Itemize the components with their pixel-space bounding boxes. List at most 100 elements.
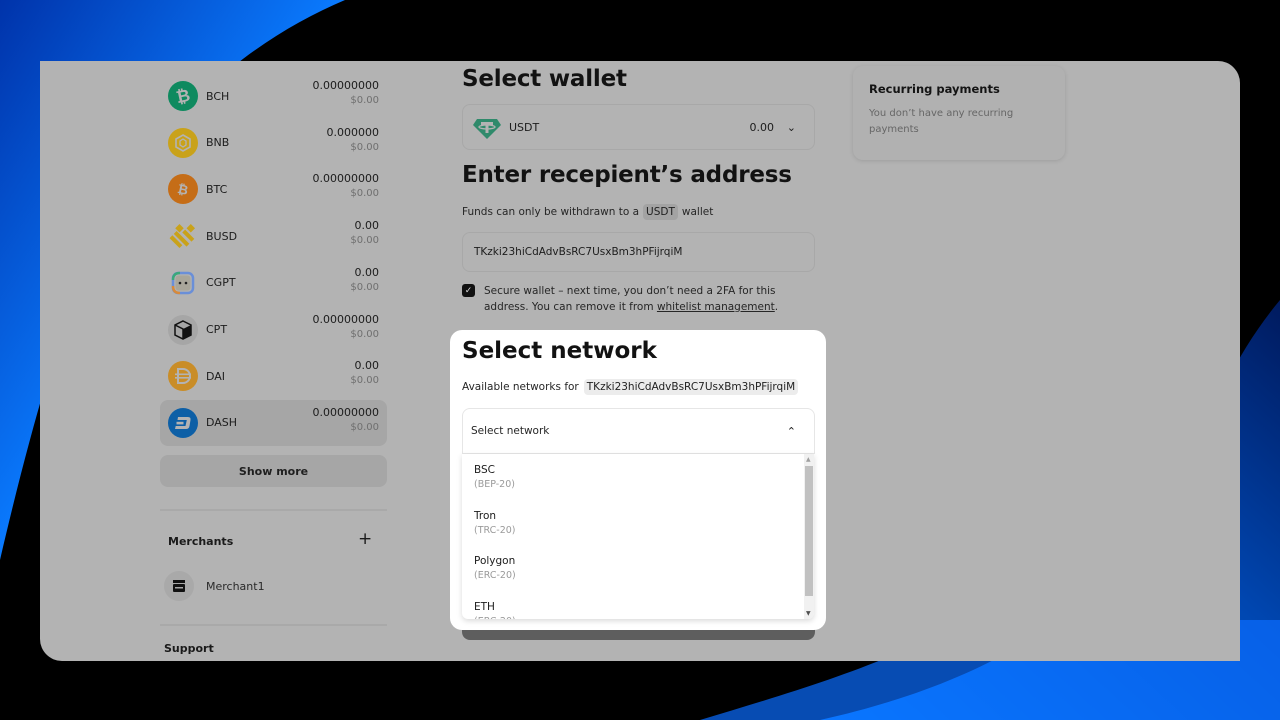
dash-icon (168, 407, 198, 438)
coin-usd-value: $0.00 (350, 375, 379, 387)
show-more-button[interactable]: Show more (160, 455, 387, 487)
coin-item-bch[interactable]: ₿ BCH 0.00000000 $0.00 (160, 73, 387, 119)
network-option-polygon[interactable]: Polygon (ERC-20) (474, 555, 516, 581)
network-standard: (BEP-20) (474, 479, 515, 490)
bitcoin-cash-icon: ₿ (168, 81, 198, 111)
coin-balance: 0.00000000 $0.00 (313, 172, 379, 199)
coin-item-btc[interactable]: ₿ BTC 0.00000000 $0.00 (160, 166, 387, 212)
network-name: BSC (474, 464, 496, 476)
cpt-cube-icon (168, 314, 198, 345)
coin-item-bnb[interactable]: BNB 0.000000 $0.00 (160, 120, 387, 166)
recurring-title: Recurring payments (869, 82, 1000, 96)
coin-item-cgpt[interactable]: CGPT 0.00 $0.00 (160, 260, 387, 306)
store-icon (164, 571, 194, 601)
coin-amount: 0.00000000 (312, 79, 379, 92)
network-option-bsc[interactable]: BSC (BEP-20) (474, 464, 515, 490)
coin-symbol: CPT (206, 323, 228, 336)
chevron-up-icon: ⌃ (786, 424, 796, 438)
coin-usd-value: $0.00 (350, 141, 379, 153)
address-title: Enter recepient’s address (462, 162, 792, 188)
merchant-name: Merchant1 (206, 579, 265, 593)
network-select[interactable]: Select network ⌃ (462, 408, 815, 454)
select-network-dialog: Select network Available networks for TK… (450, 330, 826, 630)
tether-icon (473, 119, 501, 139)
coin-usd-value: $0.00 (350, 188, 379, 200)
network-standard: (ERC-20) (474, 570, 516, 581)
select-wallet-title: Select wallet (462, 66, 627, 92)
bitcoin-icon: ₿ (168, 174, 198, 205)
coin-balance: 0.00000000 $0.00 (313, 313, 379, 340)
secure-wallet-label: Secure wallet – next time, you don’t nee… (484, 283, 804, 315)
coin-amount: 0.00 (354, 219, 380, 233)
busd-icon (168, 221, 198, 251)
bnb-icon (168, 127, 198, 158)
coin-symbol: BNB (206, 136, 230, 150)
available-prefix: Available networks for (462, 381, 579, 393)
recurring-empty-text: You don’t have any recurring payments (869, 108, 1014, 135)
coin-balance: 0.00000000 $0.00 (313, 406, 379, 433)
secure-wallet-checkbox[interactable]: ✓ (462, 284, 475, 297)
coin-symbol: BTC (206, 182, 228, 196)
address-hint: Funds can only be withdrawn to a USDT wa… (462, 204, 713, 220)
coin-balance: 0.00000000 $0.00 (313, 79, 379, 106)
available-networks-text: Available networks for TKzki23hiCdAdvBsR… (462, 379, 802, 395)
scrollbar[interactable]: ▲ ▼ (804, 454, 814, 619)
divider (160, 509, 387, 511)
merchants-title: Merchants (168, 535, 234, 548)
coin-amount: 0.00000000 (312, 405, 379, 419)
coin-usd-value: $0.00 (350, 95, 379, 106)
coin-balance: 0.00 $0.00 (350, 359, 379, 386)
coin-amount: 0.00000000 (312, 312, 379, 326)
coin-balance: 0.00 $0.00 (350, 219, 379, 246)
wallet-select[interactable]: USDT 0.00 ⌄ (462, 104, 815, 150)
network-standard: (TRC-20) (474, 524, 516, 536)
network-select-placeholder: Select network (471, 425, 550, 437)
coin-usd-value: $0.00 (350, 235, 379, 247)
coin-amount: 0.00 (354, 359, 380, 373)
wallet-name: USDT (509, 120, 540, 134)
network-option-tron[interactable]: Tron (TRC-20) (474, 510, 516, 536)
network-option-eth[interactable]: ETH (ERC-20) (474, 601, 516, 620)
coin-usd-value: $0.00 (350, 328, 379, 340)
coin-usd-value: $0.00 (350, 421, 379, 433)
recurring-payments-card: Recurring payments You don’t have any re… (853, 66, 1065, 160)
whitelist-management-link[interactable]: whitelist management (657, 301, 775, 313)
network-name: Tron (474, 509, 497, 522)
support-title: Support (164, 642, 214, 655)
hint-suffix: wallet (681, 206, 714, 218)
divider (160, 624, 387, 626)
coin-symbol: BCH (206, 89, 230, 103)
coin-balance: 0.000000 $0.00 (327, 126, 380, 153)
chevron-down-icon: ⌄ (786, 120, 796, 134)
scroll-down-arrow-icon[interactable]: ▼ (806, 610, 811, 617)
coin-amount: 0.00 (354, 265, 380, 279)
coin-usd-value: $0.00 (350, 281, 379, 293)
coin-symbol: DAI (206, 369, 226, 383)
recipient-address-input[interactable]: TKzki23hiCdAdvBsRC7UsxBm3hPFijrqiM (462, 232, 815, 272)
coin-symbol: BUSD (206, 229, 238, 243)
address-chip: TKzki23hiCdAdvBsRC7UsxBm3hPFijrqiM (583, 379, 799, 395)
coin-amount: 0.000000 (326, 125, 380, 139)
hint-prefix: Funds can only be withdrawn to a (462, 206, 640, 218)
network-name: ETH (474, 600, 495, 613)
scrollbar-thumb[interactable] (805, 466, 813, 596)
coin-item-busd[interactable]: BUSD 0.00 $0.00 (160, 213, 387, 259)
network-standard: (ERC-20) (474, 616, 516, 620)
merchant-item[interactable]: Merchant1 (164, 571, 265, 601)
coin-item-dai[interactable]: DAI 0.00 $0.00 (160, 353, 387, 399)
select-network-title: Select network (462, 338, 657, 364)
wallet-balance: 0.00 (749, 120, 775, 134)
currency-chip: USDT (643, 204, 678, 220)
coin-amount: 0.00000000 (312, 172, 379, 186)
dai-icon (168, 361, 198, 392)
network-options-list: ▲ ▼ BSC (BEP-20) Tron (TRC-20) Polygon (… (462, 454, 814, 619)
coin-balance: 0.00 $0.00 (350, 266, 379, 293)
add-merchant-button[interactable]: + (358, 529, 372, 549)
network-name: Polygon (474, 555, 516, 567)
coin-item-dash[interactable]: DASH 0.00000000 $0.00 (160, 399, 387, 446)
coin-symbol: DASH (206, 416, 238, 430)
cgpt-icon (168, 268, 198, 298)
coin-item-cpt[interactable]: CPT 0.00000000 $0.00 (160, 307, 387, 353)
scroll-up-arrow-icon[interactable]: ▲ (806, 456, 811, 463)
secure-end: . (774, 301, 779, 313)
